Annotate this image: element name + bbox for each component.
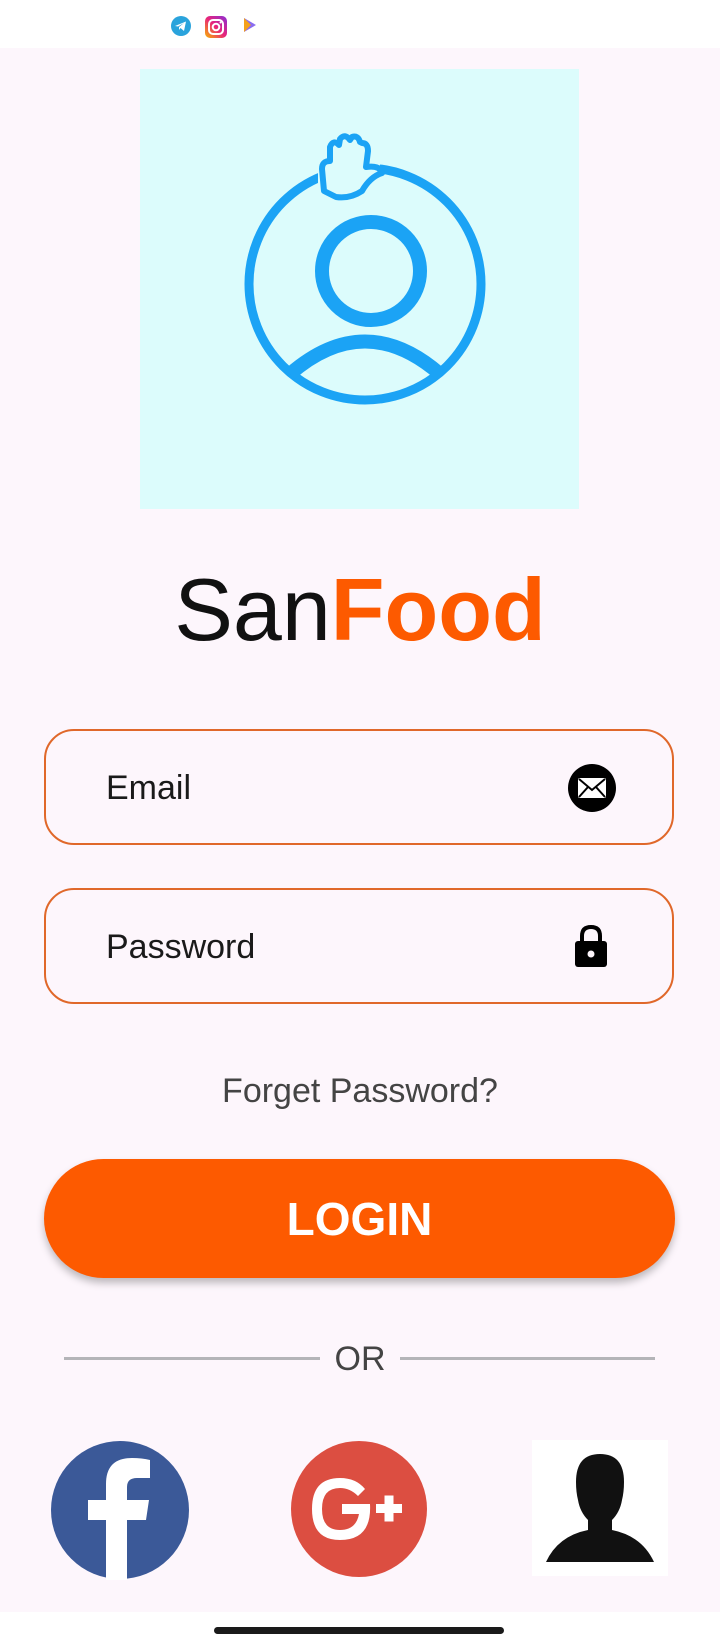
divider-left [64, 1357, 320, 1360]
home-indicator[interactable] [214, 1627, 504, 1634]
telegram-icon [171, 16, 191, 36]
instagram-icon [205, 16, 227, 38]
or-label: OR [334, 1340, 386, 1378]
email-field[interactable] [44, 729, 674, 845]
app-title-part1: San [174, 560, 331, 659]
app-title: SanFood [0, 560, 720, 660]
google-plus-icon[interactable] [290, 1440, 428, 1578]
status-bar [0, 0, 720, 48]
password-field[interactable] [44, 888, 674, 1004]
forget-password-link[interactable]: Forget Password? [0, 1072, 720, 1111]
play-store-icon [244, 18, 256, 32]
envelope-icon [568, 764, 616, 812]
login-button[interactable]: LOGIN [44, 1159, 675, 1278]
divider-right [400, 1357, 655, 1360]
person-silhouette-icon[interactable] [532, 1440, 668, 1576]
user-wave-icon [244, 133, 486, 405]
password-input[interactable] [104, 890, 568, 1004]
lock-icon [575, 924, 607, 967]
app-logo [140, 69, 579, 509]
facebook-icon[interactable] [50, 1440, 190, 1580]
app-title-part2: Food [330, 560, 546, 659]
email-input[interactable] [104, 731, 568, 845]
